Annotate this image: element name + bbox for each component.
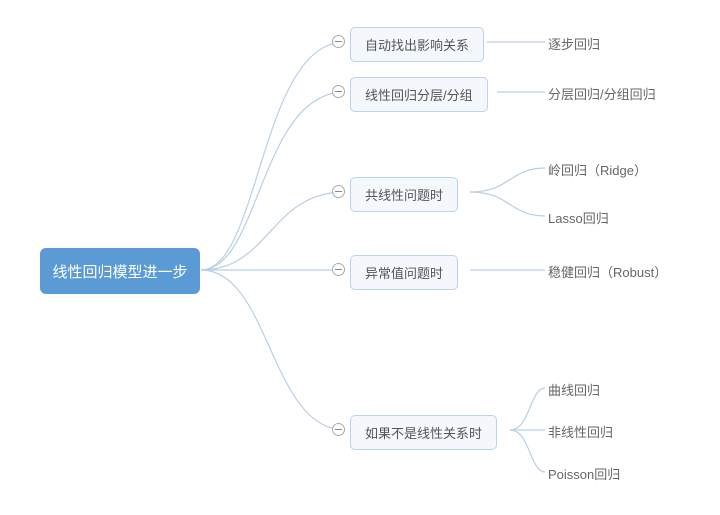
- collapse-toggle-b3[interactable]: [332, 185, 345, 198]
- leaf-label: 非线性回归: [548, 422, 613, 441]
- leaf-node-l5a[interactable]: 曲线回归: [548, 380, 600, 399]
- branch-node-b3[interactable]: 共线性问题时: [350, 177, 458, 212]
- leaf-node-l5b[interactable]: 非线性回归: [548, 422, 613, 441]
- mindmap-canvas: 线性回归模型进一步 自动找出影响关系 逐步回归 线性回归分层/分组 分层回归/分…: [0, 0, 720, 515]
- leaf-label: Poisson回归: [548, 464, 620, 483]
- collapse-toggle-b2[interactable]: [332, 85, 345, 98]
- branch-label: 异常值问题时: [365, 263, 443, 282]
- collapse-toggle-b5[interactable]: [332, 423, 345, 436]
- collapse-toggle-b4[interactable]: [332, 263, 345, 276]
- collapse-toggle-b1[interactable]: [332, 35, 345, 48]
- branch-node-b4[interactable]: 异常值问题时: [350, 255, 458, 290]
- leaf-node-l4a[interactable]: 稳健回归（Robust）: [548, 262, 667, 281]
- leaf-label: 稳健回归（Robust）: [548, 262, 667, 281]
- branch-label: 共线性问题时: [365, 185, 443, 204]
- branch-node-b2[interactable]: 线性回归分层/分组: [350, 77, 488, 112]
- leaf-label: 逐步回归: [548, 34, 600, 53]
- leaf-node-l2a[interactable]: 分层回归/分组回归: [548, 84, 656, 103]
- branch-node-b5[interactable]: 如果不是线性关系时: [350, 415, 497, 450]
- leaf-label: Lasso回归: [548, 208, 609, 227]
- branch-label: 自动找出影响关系: [365, 35, 469, 54]
- branch-node-b1[interactable]: 自动找出影响关系: [350, 27, 484, 62]
- leaf-node-l3b[interactable]: Lasso回归: [548, 208, 609, 227]
- leaf-node-l3a[interactable]: 岭回归（Ridge）: [548, 160, 647, 179]
- leaf-label: 分层回归/分组回归: [548, 84, 656, 103]
- root-node[interactable]: 线性回归模型进一步: [40, 248, 200, 294]
- leaf-label: 岭回归（Ridge）: [548, 160, 647, 179]
- branch-label: 如果不是线性关系时: [365, 423, 482, 442]
- root-label: 线性回归模型进一步: [53, 261, 188, 282]
- branch-label: 线性回归分层/分组: [365, 85, 473, 104]
- leaf-node-l1a[interactable]: 逐步回归: [548, 34, 600, 53]
- leaf-node-l5c[interactable]: Poisson回归: [548, 464, 620, 483]
- leaf-label: 曲线回归: [548, 380, 600, 399]
